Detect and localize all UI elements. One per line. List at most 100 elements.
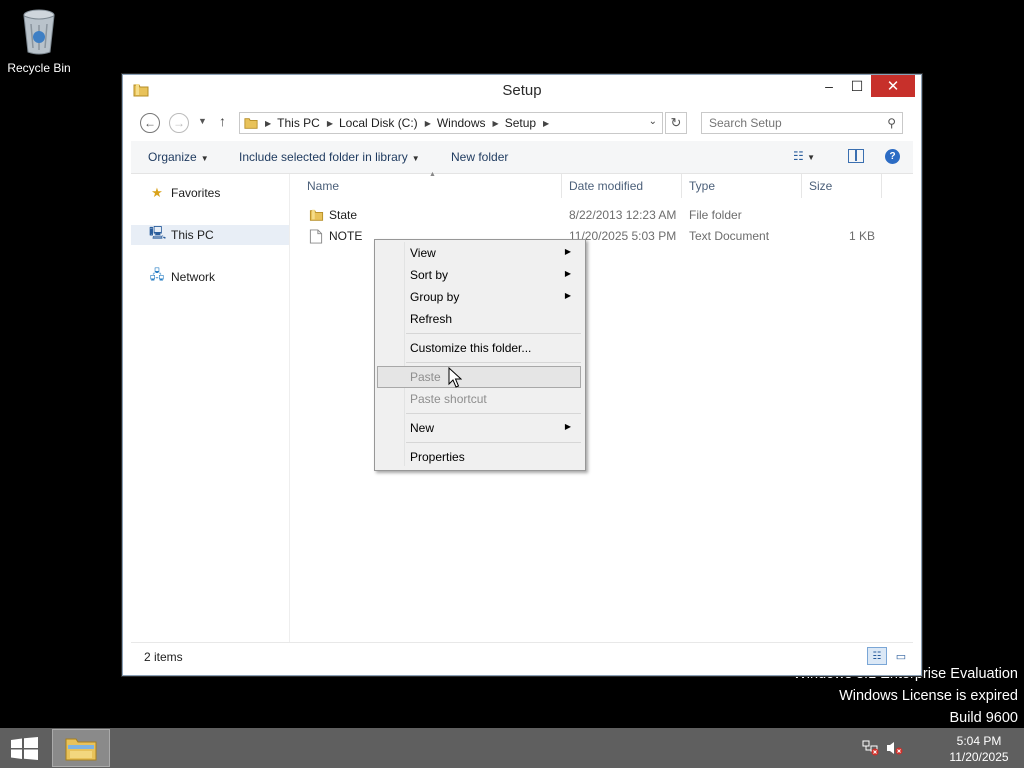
menu-item-label: Paste (410, 370, 441, 384)
search-box[interactable]: ⚲ (701, 112, 903, 134)
column-header-size[interactable]: Size (809, 174, 832, 198)
file-type: File folder (689, 208, 742, 222)
windows-start-icon[interactable] (11, 737, 38, 760)
menu-item-properties[interactable]: Properties (377, 446, 581, 468)
menu-item-new[interactable]: New ▶ (377, 417, 581, 439)
file-row[interactable]: State 8/22/2013 12:23 AM File folder (291, 205, 881, 225)
chevron-down-icon: ▼ (200, 154, 209, 163)
address-dropdown-icon[interactable]: ⌄ (649, 116, 657, 127)
preview-pane-icon[interactable] (848, 149, 864, 163)
breadcrumb-chevron-icon[interactable]: ▶ (493, 119, 499, 128)
column-divider[interactable] (881, 174, 882, 198)
menu-item-customize-folder[interactable]: Customize this folder... (377, 337, 581, 359)
maximize-button[interactable]: ☐ (841, 75, 873, 97)
menu-item-view[interactable]: View ▶ (377, 242, 581, 264)
file-name: NOTE (329, 229, 363, 243)
title-bar[interactable]: Setup ‒ ☐ ✕ (123, 75, 921, 105)
help-icon[interactable]: ? (885, 149, 900, 164)
address-bar[interactable]: ▶ This PC ▶ Local Disk (C:) ▶ Windows ▶ … (239, 112, 663, 134)
menu-item-paste-shortcut[interactable]: Paste shortcut (377, 388, 581, 410)
window-title: Setup (502, 82, 542, 99)
clock-time: 5:04 PM (956, 734, 1002, 748)
folder-icon (244, 118, 258, 129)
submenu-arrow-icon: ▶ (564, 269, 571, 278)
menu-item-refresh[interactable]: Refresh (377, 308, 581, 330)
forward-button[interactable]: → (169, 113, 189, 133)
submenu-arrow-icon: ▶ (564, 291, 571, 300)
menu-item-paste[interactable]: Paste (377, 366, 581, 388)
file-type: Text Document (689, 229, 770, 243)
recycle-bin[interactable]: Recycle Bin (4, 6, 74, 75)
breadcrumb-setup[interactable]: Setup (505, 116, 536, 130)
system-clock[interactable]: 5:04 PM 11/20/2025 (940, 733, 1018, 765)
breadcrumb-chevron-icon[interactable]: ▶ (543, 119, 549, 128)
column-divider[interactable] (801, 174, 802, 198)
breadcrumb-chevron-icon[interactable]: ▶ (425, 119, 431, 128)
network-status-icon[interactable] (862, 740, 880, 756)
breadcrumb-windows[interactable]: Windows (437, 116, 486, 130)
clock-date: 11/20/2025 (949, 750, 1009, 764)
folder-icon (309, 209, 324, 221)
nav-item-label: This PC (171, 228, 214, 242)
nav-item-network[interactable]: 🖧 Network (131, 267, 289, 287)
nav-item-favorites[interactable]: ★ Favorites (131, 183, 289, 203)
refresh-button[interactable]: ↻ (665, 112, 687, 134)
column-header-name[interactable]: Name (307, 174, 339, 198)
menu-item-label: New (410, 421, 435, 435)
menu-item-label: Refresh (410, 312, 453, 326)
back-arrow-icon: ← (144, 116, 156, 130)
organize-button[interactable]: Organize ▼ (148, 150, 209, 164)
text-file-icon (309, 229, 323, 244)
menu-separator (406, 362, 581, 363)
network-icon: 🖧 (149, 267, 165, 282)
menu-item-label: Paste shortcut (410, 392, 487, 406)
status-bar: 2 items ☷ ▭ (131, 642, 913, 669)
watermark-line: Windows License is expired (839, 688, 1018, 704)
include-in-library-button[interactable]: Include selected folder in library ▼ (239, 150, 420, 164)
nav-item-this-pc[interactable]: 🖳 This PC (131, 225, 289, 245)
search-input[interactable] (709, 116, 874, 130)
taskbar-file-explorer-button[interactable] (52, 729, 110, 767)
volume-muted-icon[interactable] (886, 740, 904, 756)
menu-item-label: Customize this folder... (410, 341, 532, 355)
forward-arrow-icon: → (173, 116, 185, 130)
refresh-icon: ↻ (670, 115, 682, 130)
chevron-down-icon: ▼ (411, 154, 420, 163)
new-folder-button[interactable]: New folder (451, 150, 508, 164)
nav-item-label: Favorites (171, 186, 221, 200)
column-header-date[interactable]: Date modified (569, 174, 643, 198)
back-button[interactable]: ← (140, 113, 160, 133)
organize-label: Organize (148, 150, 197, 164)
context-menu: View ▶ Sort by ▶ Group by ▶ Refresh Cust… (374, 239, 586, 471)
breadcrumb-chevron-icon[interactable]: ▶ (327, 119, 333, 128)
breadcrumb-this-pc[interactable]: This PC (277, 116, 320, 130)
menu-item-label: Group by (410, 290, 460, 304)
column-divider[interactable] (561, 174, 562, 198)
breadcrumb-chevron-icon[interactable]: ▶ (265, 119, 271, 128)
computer-icon: 🖳 (149, 225, 167, 240)
search-icon[interactable]: ⚲ (887, 116, 896, 130)
menu-separator (406, 333, 581, 334)
column-divider[interactable] (681, 174, 682, 198)
taskbar: 5:04 PM 11/20/2025 (0, 728, 1024, 768)
menu-separator (406, 442, 581, 443)
navigation-pane: ★ Favorites 🖳 This PC 🖧 Network (131, 174, 290, 642)
menu-item-label: View (410, 246, 436, 260)
command-bar: Organize ▼ Include selected folder in lib… (131, 141, 913, 174)
menu-item-group-by[interactable]: Group by ▶ (377, 286, 581, 308)
details-view-icon: ☷ (793, 149, 804, 163)
up-arrow-icon[interactable]: ↑ (219, 113, 226, 129)
close-button[interactable]: ✕ (871, 75, 915, 97)
item-count: 2 items (144, 650, 183, 664)
watermark-line: Build 9600 (949, 710, 1018, 726)
large-icons-view-icon[interactable]: ▭ (891, 647, 911, 665)
details-view-icon[interactable]: ☷ (867, 647, 887, 665)
change-view-button[interactable]: ☷ ▼ (793, 149, 815, 163)
breadcrumb-local-disk[interactable]: Local Disk (C:) (339, 116, 418, 130)
nav-item-label: Network (171, 270, 216, 284)
menu-item-sort-by[interactable]: Sort by ▶ (377, 264, 581, 286)
recent-locations-chevron-icon[interactable]: ▼ (198, 116, 207, 126)
column-header-type[interactable]: Type (689, 174, 715, 198)
submenu-arrow-icon: ▶ (564, 422, 571, 431)
chevron-down-icon: ▼ (807, 153, 816, 162)
